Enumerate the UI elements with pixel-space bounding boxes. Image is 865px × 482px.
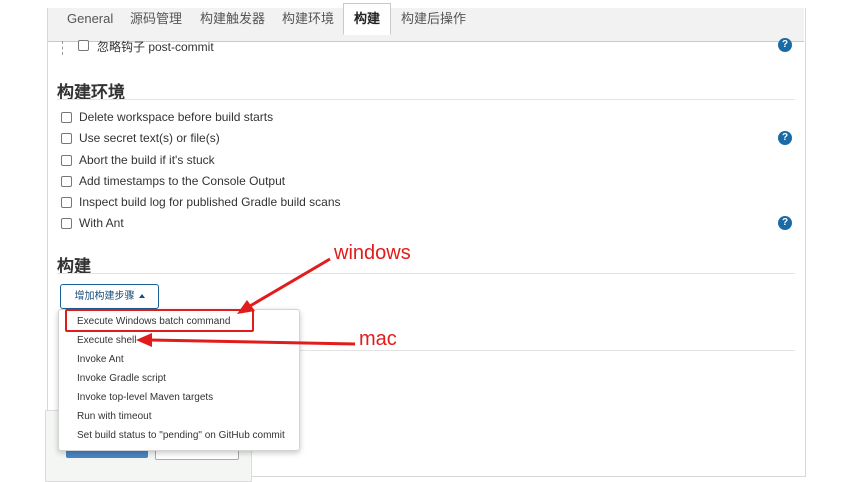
- menu-item-github-pending-status[interactable]: Set build status to "pending" on GitHub …: [77, 430, 285, 441]
- tab-build-triggers[interactable]: 构建触发器: [190, 5, 275, 32]
- menu-item-gradle-script[interactable]: Invoke Gradle script: [77, 373, 166, 384]
- menu-item-invoke-ant[interactable]: Invoke Ant: [77, 354, 124, 365]
- tab-build-environment[interactable]: 构建环境: [272, 5, 344, 32]
- annotation-windows-label: windows: [334, 242, 411, 264]
- tab-build[interactable]: 构建: [343, 3, 392, 35]
- abort-stuck-checkbox[interactable]: [61, 155, 72, 166]
- section-divider: [57, 99, 795, 100]
- annotation-mac-label: mac: [359, 328, 397, 350]
- gradle-scans-checkbox[interactable]: [61, 197, 72, 208]
- help-icon[interactable]: ?: [778, 38, 792, 52]
- with-ant-label: With Ant: [79, 216, 124, 230]
- help-icon[interactable]: ?: [778, 131, 792, 145]
- tab-general[interactable]: General: [57, 5, 123, 32]
- gradle-scans-label: Inspect build log for published Gradle b…: [79, 195, 341, 209]
- menu-item-maven-targets[interactable]: Invoke top-level Maven targets: [77, 392, 213, 403]
- add-timestamps-label: Add timestamps to the Console Output: [79, 174, 286, 188]
- add-build-step-label: 增加构建步骤: [74, 291, 135, 302]
- abort-stuck-label: Abort the build if it's stuck: [79, 153, 215, 167]
- secret-text-checkbox[interactable]: [61, 133, 72, 144]
- menu-item-execute-shell[interactable]: Execute shell: [77, 335, 136, 346]
- ignore-post-commit-label: 忽略钩子 post-commit: [97, 40, 214, 54]
- delete-workspace-checkbox[interactable]: [61, 112, 72, 123]
- help-icon[interactable]: ?: [778, 216, 792, 230]
- add-build-step-button[interactable]: 增加构建步骤: [60, 284, 159, 309]
- caret-up-icon: [138, 294, 145, 299]
- tab-source-code[interactable]: 源码管理: [120, 5, 192, 32]
- tab-post-build[interactable]: 构建后操作: [391, 5, 476, 32]
- annotation-highlight-box: [65, 309, 254, 332]
- secret-text-label: Use secret text(s) or file(s): [79, 131, 220, 145]
- add-timestamps-checkbox[interactable]: [61, 176, 72, 187]
- ignore-post-commit-checkbox[interactable]: [78, 40, 89, 51]
- delete-workspace-label: Delete workspace before build starts: [79, 110, 274, 124]
- with-ant-checkbox[interactable]: [61, 218, 72, 229]
- section-divider: [57, 273, 795, 274]
- nested-indicator-line: [62, 41, 63, 55]
- menu-item-run-with-timeout[interactable]: Run with timeout: [77, 411, 151, 422]
